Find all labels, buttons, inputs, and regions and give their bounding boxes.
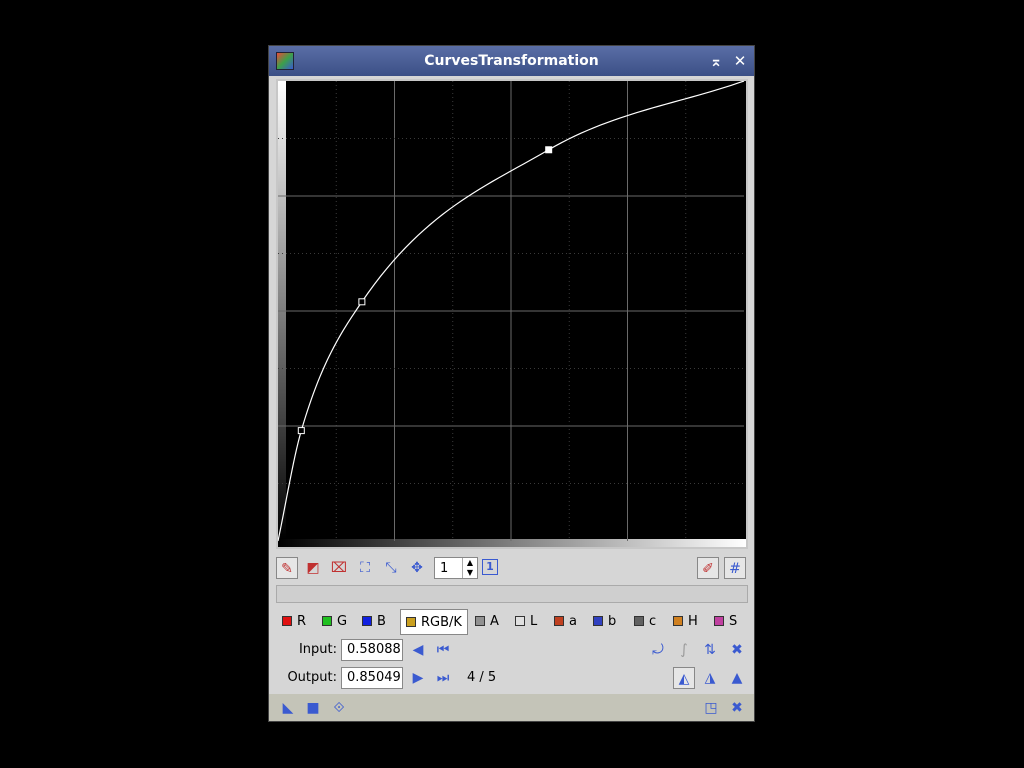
curve-point[interactable]: [297, 427, 305, 435]
curve-graph[interactable]: [276, 79, 748, 549]
channel-swatch: [673, 616, 683, 626]
channel-swatch: [634, 616, 644, 626]
zoom-in-icon[interactable]: ⛶: [354, 557, 376, 579]
apply-global-icon[interactable]: ■: [302, 697, 324, 719]
reset-icon[interactable]: ◳: [700, 697, 722, 719]
mirror-curve-icon[interactable]: ∫: [673, 639, 695, 661]
channel-swatch: [593, 616, 603, 626]
channel-tab-l[interactable]: L: [515, 609, 537, 635]
channel-label: RGB/K: [421, 615, 462, 630]
channel-label: H: [688, 614, 698, 629]
bottom-bar: ◣ ■ ⟐ ◳ ✖: [269, 694, 754, 721]
channel-tab-h[interactable]: H: [673, 609, 698, 635]
channel-tab-s[interactable]: S: [714, 609, 737, 635]
akima-interpolation-icon[interactable]: ◭: [673, 667, 695, 689]
invert-curve-icon[interactable]: ⤾: [647, 639, 669, 661]
channel-tab-rgbk[interactable]: RGB/K: [400, 609, 468, 635]
reset-curve-icon[interactable]: ✖: [726, 639, 748, 661]
output-field[interactable]: 0.85049: [341, 667, 403, 689]
window-title: CurvesTransformation: [424, 53, 599, 69]
zoom-out-icon[interactable]: ⤡: [380, 557, 402, 579]
first-point-icon[interactable]: ⏮: [432, 639, 454, 661]
output-gradient-bar: [278, 81, 286, 539]
channel-tab-a[interactable]: A: [475, 609, 499, 635]
curve-toolbar: ✎ ◩ ⌧ ⛶ ⤡ ✥ 1 ▲ ▼ 1 ✐ #: [276, 556, 748, 582]
zoom-value: 1: [440, 561, 449, 576]
channel-tab-a[interactable]: a: [554, 609, 577, 635]
linear-interpolation-icon[interactable]: ▲: [726, 667, 748, 689]
real-time-preview-icon[interactable]: ⟐: [328, 697, 350, 719]
channel-label: c: [649, 614, 657, 629]
curves-transformation-window: CurvesTransformation ⌅ ✕ ✎ ◩ ⌧ ⛶ ⤡ ✥ 1 ▲…: [268, 45, 755, 722]
show-curve-icon[interactable]: ✐: [697, 557, 719, 579]
point-counter: 4 / 5: [467, 670, 497, 685]
curve-point-selected[interactable]: [545, 146, 553, 154]
new-instance-icon[interactable]: ◣: [277, 697, 299, 719]
channel-label: b: [608, 614, 617, 629]
channel-label: G: [337, 614, 348, 629]
flip-curve-icon[interactable]: ⇅: [699, 639, 721, 661]
channel-tab-r[interactable]: R: [282, 609, 306, 635]
channel-swatch: [406, 617, 416, 627]
channel-swatch: [714, 616, 724, 626]
close-reset-icon[interactable]: ✖: [726, 697, 748, 719]
edit-mode-icon[interactable]: ✎: [276, 557, 298, 579]
collapse-icon[interactable]: ⌅: [706, 50, 726, 72]
channel-swatch: [322, 616, 332, 626]
pan-icon[interactable]: ✥: [406, 557, 428, 579]
cubic-interpolation-icon[interactable]: ◮: [699, 667, 721, 689]
zoom-reset-icon[interactable]: 1: [482, 559, 498, 575]
channel-swatch: [554, 616, 564, 626]
channel-swatch: [515, 616, 525, 626]
select-mode-icon[interactable]: ◩: [302, 557, 324, 579]
curve-point[interactable]: [358, 298, 366, 306]
curve-canvas[interactable]: [278, 81, 746, 547]
status-bar: [276, 585, 748, 603]
channel-tab-b[interactable]: B: [362, 609, 386, 635]
delete-mode-icon[interactable]: ⌧: [328, 557, 350, 579]
channel-tab-b[interactable]: b: [593, 609, 616, 635]
stepper-arrows-icon[interactable]: ▲ ▼: [462, 558, 477, 578]
channel-swatch: [475, 616, 485, 626]
title-bar[interactable]: CurvesTransformation ⌅ ✕: [269, 46, 754, 76]
channel-label: B: [377, 614, 386, 629]
next-point-icon[interactable]: ▶: [407, 667, 429, 689]
channel-swatch: [362, 616, 372, 626]
channel-label: A: [490, 614, 499, 629]
channel-tab-c[interactable]: c: [634, 609, 656, 635]
channel-label: L: [530, 614, 538, 629]
grid: [278, 81, 744, 541]
channel-label: S: [729, 614, 738, 629]
show-grid-icon[interactable]: #: [724, 557, 746, 579]
channel-tab-g[interactable]: G: [322, 609, 347, 635]
previous-point-icon[interactable]: ◀: [407, 639, 429, 661]
zoom-stepper[interactable]: 1 ▲ ▼: [434, 557, 478, 579]
input-gradient-bar: [278, 539, 746, 547]
channel-label: a: [569, 614, 577, 629]
close-icon[interactable]: ✕: [730, 50, 750, 72]
output-label: Output:: [287, 670, 337, 685]
input-label: Input:: [298, 642, 337, 657]
channel-label: R: [297, 614, 307, 629]
channel-swatch: [282, 616, 292, 626]
last-point-icon[interactable]: ⏭: [432, 667, 454, 689]
channel-selector: R G B RGB/K A La b c H S: [276, 609, 748, 635]
input-field[interactable]: 0.58088: [341, 639, 403, 661]
